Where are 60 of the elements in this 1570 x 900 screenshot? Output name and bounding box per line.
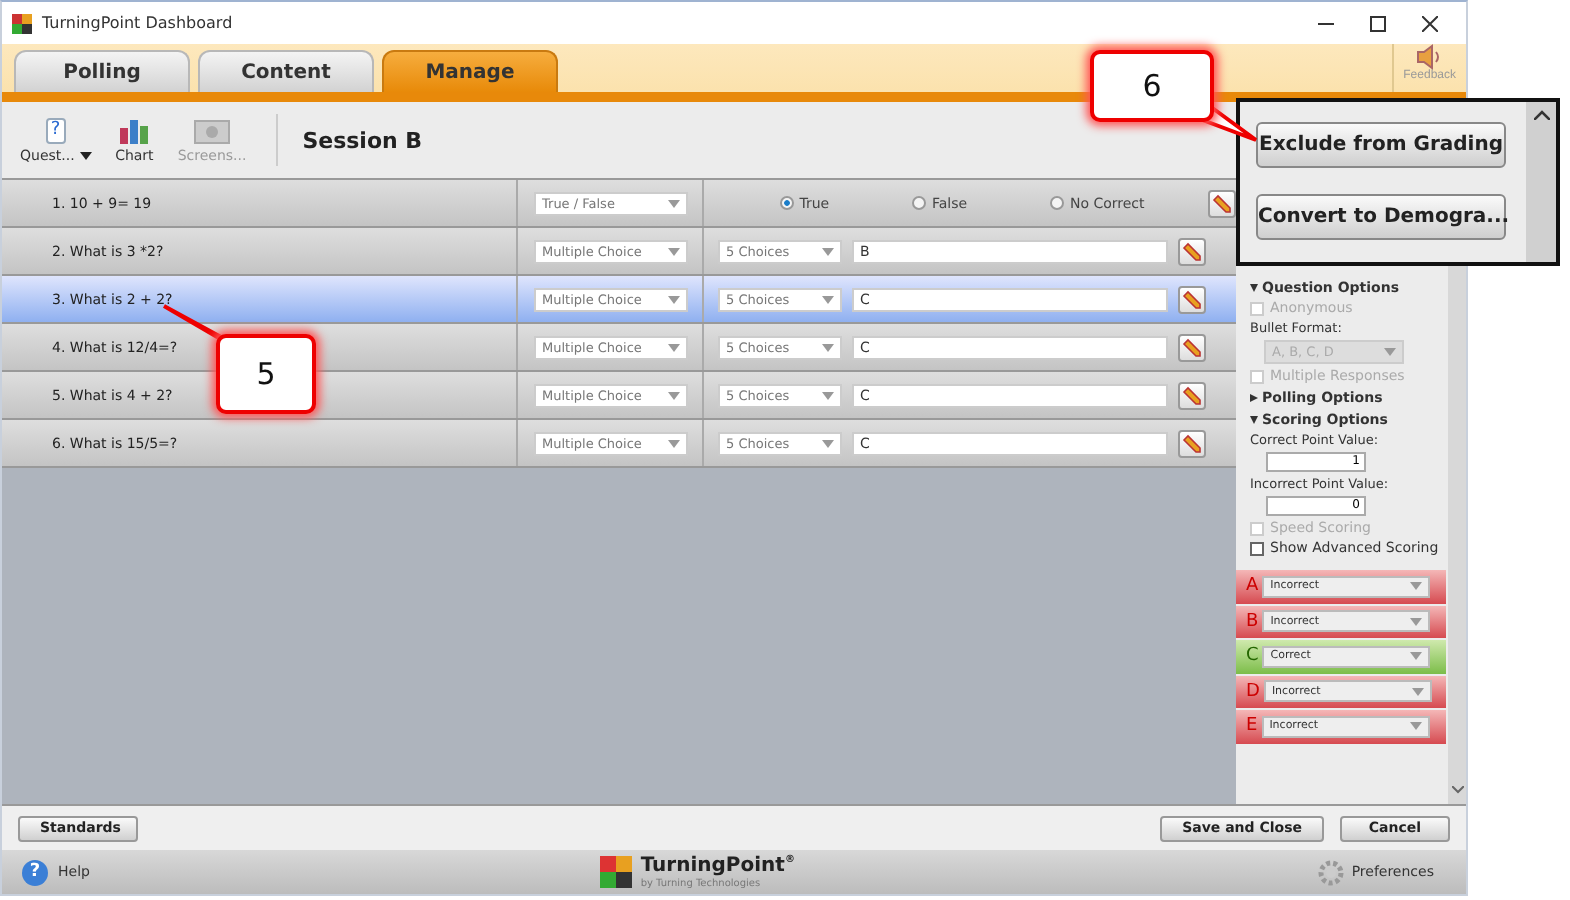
question-icon: ? [45, 117, 66, 143]
pencil-icon [1182, 241, 1202, 261]
edit-button[interactable] [1178, 333, 1206, 361]
dropdown-arrow-icon [1410, 652, 1423, 661]
maximize-icon[interactable] [1370, 15, 1386, 31]
answer-letter: D [1246, 681, 1260, 702]
dropdown-arrow-icon [79, 151, 92, 159]
dropdown-arrow-icon [668, 391, 680, 399]
collapsed-arrow-icon [1250, 394, 1258, 402]
dropdown-arrow-icon [822, 295, 834, 303]
session-title: Session B [302, 127, 423, 153]
callout-number: 6 [1090, 50, 1214, 122]
gear-icon [1317, 859, 1344, 885]
pencil-icon [1182, 433, 1202, 453]
answer-letter: E [1246, 716, 1258, 737]
speaker-icon [1415, 44, 1444, 70]
dropdown-arrow-icon [1411, 687, 1424, 696]
close-icon[interactable] [1422, 15, 1438, 31]
dropdown-arrow-icon [822, 439, 834, 447]
tab[interactable]: Content [198, 50, 374, 92]
pencil-icon [1182, 385, 1202, 405]
camera-icon [194, 117, 230, 143]
edit-button[interactable] [1178, 429, 1206, 457]
window-title: TurningPoint Dashboard [42, 14, 233, 32]
app-logo-icon [12, 13, 32, 33]
dropdown-arrow-icon [822, 247, 834, 255]
dropdown-arrow-icon [668, 247, 680, 255]
answer-letter: B [1246, 611, 1259, 632]
pencil-icon [1182, 337, 1202, 357]
panel-action-button[interactable]: Exclude from Grading [1256, 122, 1506, 168]
tab[interactable]: Polling [14, 50, 190, 92]
edit-button[interactable] [1178, 237, 1206, 265]
callout-number: 5 [216, 334, 316, 414]
pencil-icon [1212, 193, 1232, 213]
scroll-up-icon[interactable] [1533, 110, 1549, 120]
dropdown-arrow-icon [1410, 617, 1423, 626]
panel-action-button[interactable]: Convert to Demogra... [1256, 194, 1506, 240]
edit-button[interactable] [1178, 285, 1206, 313]
dropdown-arrow-icon [1384, 348, 1396, 356]
expanded-arrow-icon [1250, 416, 1258, 424]
dropdown-arrow-icon [668, 343, 680, 351]
dropdown-arrow-icon [668, 439, 680, 447]
brand-name: TurningPoint$^{®}$ [640, 854, 795, 878]
answer-letter: C [1246, 646, 1259, 667]
bar-chart-icon [120, 117, 149, 143]
expanded-arrow-icon [1250, 284, 1258, 292]
dropdown-arrow-icon [668, 295, 680, 303]
dropdown-arrow-icon [1409, 722, 1422, 731]
pencil-icon [1182, 289, 1202, 309]
edit-button[interactable] [1208, 189, 1236, 217]
scroll-down-icon[interactable] [1451, 786, 1463, 794]
dropdown-arrow-icon [668, 199, 680, 207]
brand-logo-icon [600, 855, 633, 888]
help-icon: ? [22, 859, 48, 885]
dropdown-arrow-icon [822, 391, 834, 399]
dropdown-arrow-icon [1410, 582, 1423, 591]
tab[interactable]: Manage [382, 50, 558, 92]
edit-button[interactable] [1178, 381, 1206, 409]
dropdown-arrow-icon [822, 343, 834, 351]
answer-letter: A [1246, 576, 1259, 597]
